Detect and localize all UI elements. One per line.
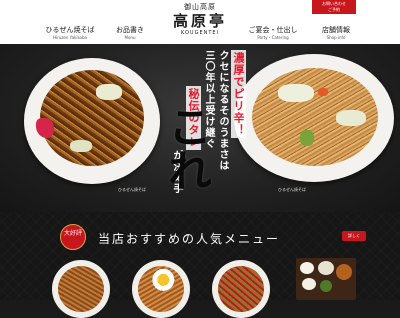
- cabbage-right: [278, 84, 314, 102]
- hero-tagline-rich-spicy: 濃厚でピリ辛！: [231, 50, 246, 138]
- photo-caption-right: ひるぜん焼そば: [278, 187, 306, 192]
- hero-banner: 濃厚でピリ辛！ クセになるそのうまさは 三〇年以上受け継ぐ 秘伝のタレ が決め手…: [0, 44, 400, 212]
- green-pepper: [300, 130, 314, 146]
- dish-photo: [58, 266, 104, 312]
- nav-label: 店舗情報: [322, 26, 350, 34]
- reservation-label: ご予約: [328, 7, 340, 12]
- nav-hiruzen-yakisoba[interactable]: ひるぜん焼そば Hiruzen Yakisoba: [40, 26, 100, 41]
- logo-title: 高原亭: [172, 12, 227, 30]
- menu-item-egg-yakisoba[interactable]: [132, 260, 190, 318]
- section-title: 当店おすすめの人気メニュー: [98, 232, 281, 246]
- nav-label: ご宴会・仕出し: [248, 26, 298, 34]
- yakisoba-noodles-left: [40, 70, 144, 166]
- more-details-button[interactable]: 詳しく: [342, 231, 366, 241]
- nav-sublabel: Shop info: [326, 35, 346, 40]
- menu-item-yakisoba[interactable]: [52, 260, 110, 318]
- salad-bowl: [320, 280, 332, 292]
- popular-badge: 大好評: [60, 224, 86, 250]
- nav-sublabel: Hiruzen Yakisoba: [53, 35, 87, 40]
- rice-bowl: [300, 262, 314, 274]
- cabbage-left-2: [70, 140, 92, 152]
- menu-item-spicy-yakisoba[interactable]: [212, 260, 270, 318]
- pickled-ginger: [36, 118, 54, 138]
- side-bowl: [318, 261, 334, 275]
- menu-item-set-meal[interactable]: [296, 258, 356, 300]
- main-dish-bowl: [336, 264, 352, 280]
- site-logo[interactable]: 御山高原 高原亭 KOUGENTEI: [162, 3, 238, 37]
- recommended-menu-section: 大好評 当店おすすめの人気メニュー 詳しく: [0, 212, 400, 318]
- contact-reservation-button[interactable]: お問い合わせ ご予約: [312, 0, 356, 14]
- dish-photo: [138, 266, 184, 312]
- nav-menu[interactable]: お品書き Menu: [110, 26, 150, 41]
- nav-party-catering[interactable]: ご宴会・仕出し Party・Catering: [245, 26, 301, 41]
- cabbage-left: [96, 84, 122, 100]
- dish-photo: [218, 266, 264, 312]
- site-header: ひるぜん焼そば Hiruzen Yakisoba お品書き Menu 御山高原 …: [0, 0, 400, 44]
- nav-label: お品書き: [116, 26, 144, 34]
- nav-label: ひるぜん焼そば: [45, 26, 95, 34]
- logo-english: KOUGENTEI: [180, 30, 220, 36]
- nav-sublabel: Party・Catering: [257, 35, 289, 40]
- soup-bowl: [302, 278, 316, 290]
- nav-shop-info[interactable]: 店舗情報 Shop info: [316, 26, 356, 41]
- photo-caption-left: ひるぜん焼そば: [118, 187, 146, 192]
- carrot: [318, 88, 328, 96]
- cabbage-right-2: [336, 110, 366, 126]
- nav-sublabel: Menu: [124, 35, 136, 40]
- hero-tagline-addictive: クセになるそのうまさは: [217, 50, 228, 171]
- logo-subtitle: 御山高原: [184, 3, 216, 11]
- hero-brush-calligraphy: これ: [160, 104, 211, 192]
